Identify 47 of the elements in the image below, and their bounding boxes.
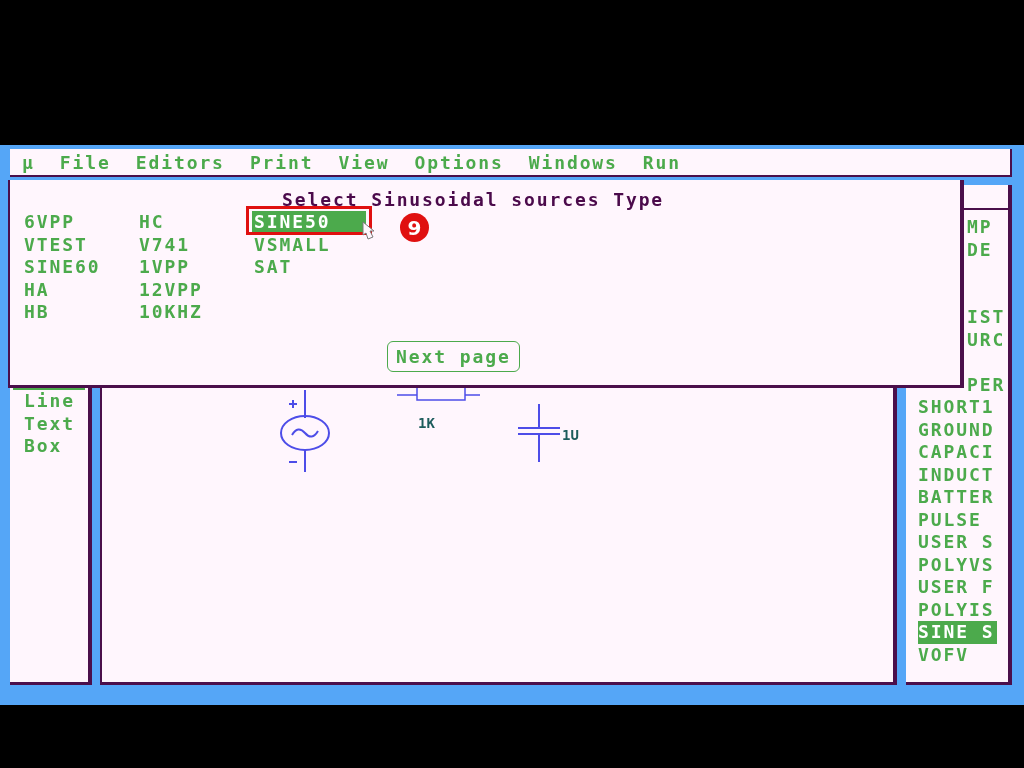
source-option[interactable]: SINE60: [24, 256, 101, 279]
part-item[interactable]: BATTER: [918, 486, 995, 509]
part-item[interactable]: SHORT1: [918, 396, 995, 419]
part-item[interactable]: URC: [967, 328, 1006, 351]
menu-item[interactable]: Options: [414, 148, 504, 176]
capacitor-symbol: [517, 403, 561, 463]
source-option[interactable]: HB: [24, 301, 50, 324]
part-item[interactable]: PULSE: [918, 508, 982, 531]
part-item[interactable]: GROUND: [918, 418, 995, 441]
hand-cursor-icon: [361, 221, 375, 241]
part-item[interactable]: POLYIS: [918, 598, 995, 621]
menu-item[interactable]: File: [59, 148, 111, 176]
component-label: 1U: [562, 427, 579, 443]
source-option[interactable]: 12VPP: [139, 278, 203, 301]
part-item[interactable]: USER S: [918, 531, 995, 554]
source-option[interactable]: VSMALL: [254, 233, 331, 256]
source-option[interactable]: 6VPP: [24, 211, 75, 234]
source-option[interactable]: 10KHZ: [139, 301, 203, 324]
part-item[interactable]: INDUCT: [918, 463, 995, 486]
source-option[interactable]: V741: [139, 233, 190, 256]
tool-item[interactable]: Box: [24, 435, 63, 458]
tool-item[interactable]: Text: [24, 412, 75, 435]
source-option[interactable]: HC: [139, 211, 165, 234]
source-option[interactable]: HA: [24, 278, 50, 301]
part-item[interactable]: DE: [967, 238, 993, 261]
part-item[interactable]: USER F: [918, 576, 995, 599]
tool-item[interactable]: Line: [24, 390, 75, 413]
part-item[interactable]: POLYVS: [918, 553, 995, 576]
menu-item[interactable]: Windows: [528, 148, 618, 176]
part-item[interactable]: SINE S: [918, 621, 997, 644]
source-option[interactable]: SAT: [254, 256, 293, 279]
source-option[interactable]: 1VPP: [139, 256, 190, 279]
source-option[interactable]: VTEST: [24, 233, 88, 256]
part-item[interactable]: PER: [967, 373, 1006, 396]
dialog-title: Select Sinusoidal sources Type: [282, 189, 665, 211]
next-page-button[interactable]: Next page: [387, 341, 520, 372]
menu-item[interactable]: Print: [249, 148, 314, 176]
menu-item[interactable]: Editors: [135, 148, 225, 176]
menu-item[interactable]: Run: [642, 148, 682, 176]
source-option[interactable]: SINE50: [252, 211, 366, 234]
menu-item[interactable]: µ: [22, 148, 35, 176]
part-item[interactable]: CAPACI: [918, 441, 995, 464]
part-item[interactable]: IST: [967, 306, 1006, 329]
part-item[interactable]: VOFV: [918, 643, 969, 666]
menu-item[interactable]: View: [338, 148, 390, 176]
component-label: 1K: [418, 415, 435, 431]
part-item[interactable]: MP: [967, 216, 993, 239]
